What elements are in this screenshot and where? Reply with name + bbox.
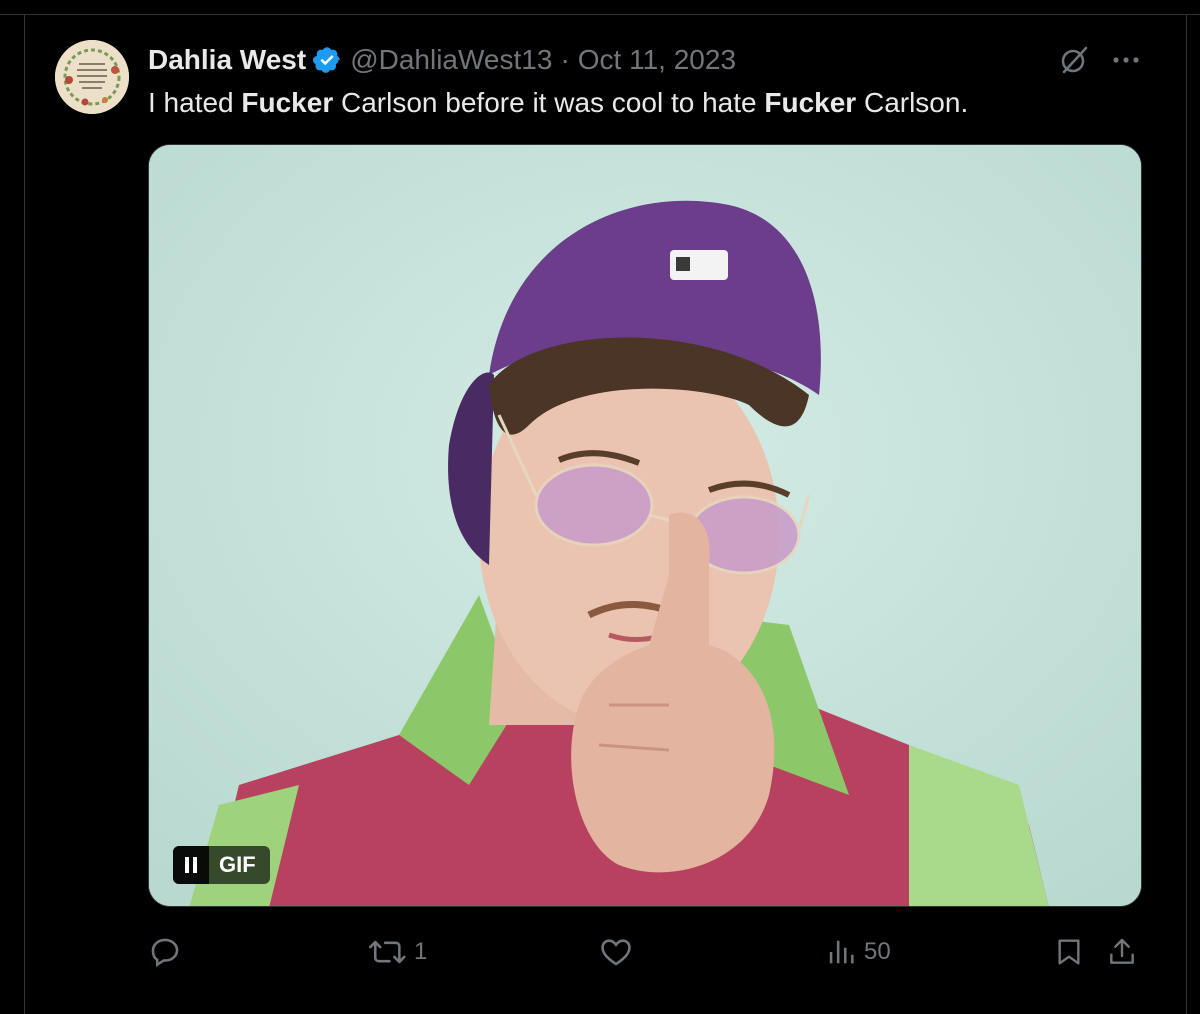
frame-left-border bbox=[24, 14, 25, 1014]
text-segment: I hated bbox=[148, 87, 242, 118]
bookmark-button[interactable] bbox=[1053, 930, 1085, 974]
separator: · bbox=[560, 44, 570, 75]
like-button[interactable] bbox=[598, 930, 640, 974]
reply-button[interactable] bbox=[148, 930, 188, 974]
heart-icon bbox=[601, 939, 631, 966]
text-highlight: Fucker bbox=[241, 87, 334, 118]
avatar[interactable] bbox=[55, 40, 129, 114]
more-options-icon[interactable] bbox=[1110, 48, 1142, 72]
gif-frame-image bbox=[149, 145, 1141, 906]
views-icon bbox=[829, 940, 854, 964]
repost-button[interactable]: 1 bbox=[368, 930, 427, 974]
share-button[interactable] bbox=[1106, 930, 1138, 974]
handle[interactable]: @DahliaWest13 bbox=[350, 44, 552, 76]
share-icon bbox=[1110, 938, 1134, 964]
text-segment: Carlson before it was cool to hate bbox=[333, 87, 765, 118]
gif-media[interactable]: GIF bbox=[148, 144, 1142, 907]
display-name[interactable]: Dahlia West bbox=[148, 44, 306, 76]
grok-icon[interactable] bbox=[1058, 44, 1090, 76]
frame-right-border bbox=[1186, 14, 1187, 1014]
action-bar: 1 50 bbox=[148, 930, 1142, 974]
gif-label: GIF bbox=[219, 852, 256, 877]
tweet-text: I hated Fucker Carlson before it was coo… bbox=[148, 84, 968, 122]
pause-icon[interactable] bbox=[173, 846, 209, 884]
text-highlight: Fucker bbox=[764, 87, 857, 118]
verified-badge-icon bbox=[313, 47, 341, 73]
views-button[interactable]: 50 bbox=[824, 930, 891, 974]
bookmark-icon bbox=[1058, 939, 1080, 965]
text-segment: Carlson. bbox=[856, 87, 969, 118]
frame-top-border bbox=[0, 14, 1200, 15]
gif-badge[interactable]: GIF bbox=[173, 846, 270, 884]
views-count: 50 bbox=[864, 938, 891, 965]
timestamp[interactable]: Oct 11, 2023 bbox=[578, 44, 736, 76]
repost-icon bbox=[369, 940, 406, 964]
reply-icon bbox=[151, 938, 179, 968]
tweet-header: Dahlia West @DahliaWest13 · Oct 11, 2023 bbox=[148, 38, 736, 82]
repost-count: 1 bbox=[414, 938, 428, 965]
